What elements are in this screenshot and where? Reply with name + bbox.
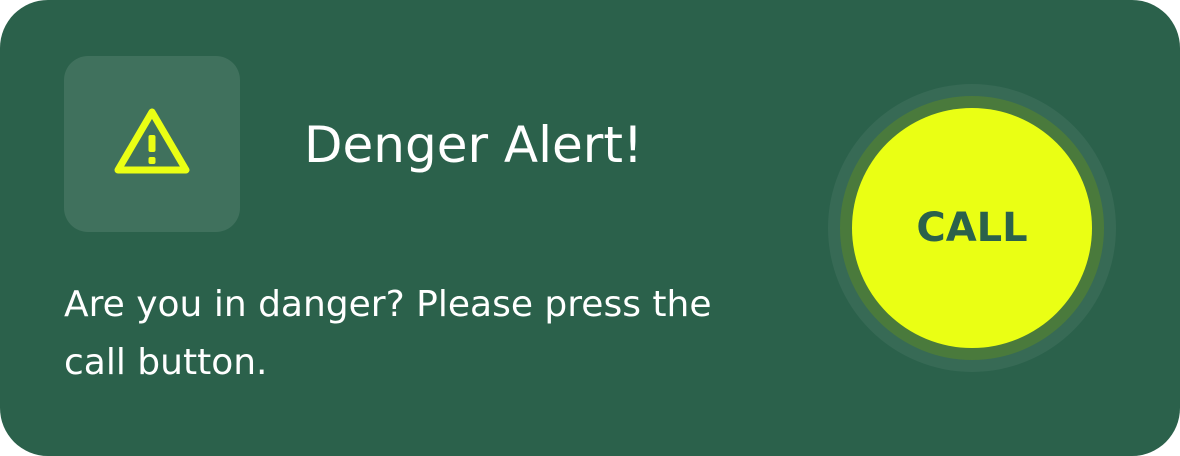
danger-alert-card: Denger Alert! Are you in danger? Please … xyxy=(0,0,1180,456)
alert-icon-tile xyxy=(64,56,240,232)
call-button-label: CALL xyxy=(916,205,1028,251)
warning-triangle-icon xyxy=(114,108,190,174)
call-button[interactable]: CALL xyxy=(852,108,1092,348)
alert-message: Are you in danger? Please press the call… xyxy=(64,284,712,383)
alert-title: Denger Alert! xyxy=(304,116,643,174)
